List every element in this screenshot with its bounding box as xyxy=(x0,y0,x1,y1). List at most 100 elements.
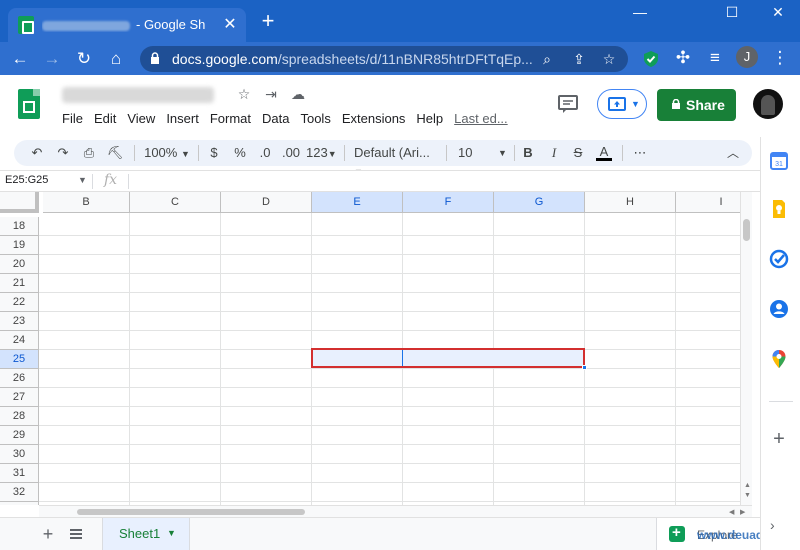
number-format-select[interactable]: 123▼ xyxy=(306,144,337,162)
show-side-panel-chevron-icon[interactable]: › xyxy=(770,517,775,533)
column-header-f[interactable]: F xyxy=(403,192,494,213)
bookmark-star-icon[interactable]: ☆ xyxy=(600,50,618,68)
row-header-33[interactable]: 33 xyxy=(0,502,39,505)
all-sheets-list-icon[interactable] xyxy=(66,524,86,544)
profile-avatar[interactable]: J xyxy=(736,46,758,68)
tab-close-icon[interactable]: ✕ xyxy=(220,15,240,35)
zoom-select[interactable]: 100% ▼ xyxy=(142,144,192,162)
back-arrow-icon[interactable]: ← xyxy=(8,47,32,71)
row-header-32[interactable]: 32 xyxy=(0,483,39,502)
row-header-21[interactable]: 21 xyxy=(0,274,39,293)
horizontal-scrollbar[interactable]: ◀ ▶ xyxy=(39,505,752,517)
collapse-menu-icon[interactable]: ︿ xyxy=(724,144,742,162)
strikethrough-button[interactable]: S xyxy=(570,144,586,162)
media-queue-icon[interactable]: ≡ xyxy=(703,46,727,70)
get-addons-icon[interactable]: + xyxy=(769,429,789,449)
add-sheet-icon[interactable]: + xyxy=(38,524,58,544)
italic-button[interactable]: I xyxy=(546,144,562,162)
fill-handle[interactable] xyxy=(582,365,587,370)
extensions-puzzle-icon[interactable]: ✣ xyxy=(671,46,695,70)
menu-file[interactable]: File xyxy=(62,111,83,126)
column-header-d[interactable]: D xyxy=(221,192,312,213)
last-edit-link[interactable]: Last ed... xyxy=(454,111,507,126)
minimize-button[interactable]: — xyxy=(617,0,663,24)
row-header-20[interactable]: 20 xyxy=(0,255,39,274)
browser-tab[interactable]: - Google Sh ✕ xyxy=(8,8,246,42)
document-title-blurred[interactable] xyxy=(62,87,214,103)
share-page-icon[interactable]: ⇪ xyxy=(570,50,588,68)
comment-history-icon[interactable] xyxy=(556,92,580,116)
column-header-e[interactable]: E xyxy=(312,192,403,213)
share-button[interactable]: Share xyxy=(657,89,736,121)
increase-decimal-button[interactable]: .00 xyxy=(280,144,302,162)
row-header-22[interactable]: 22 xyxy=(0,293,39,312)
vertical-scrollbar[interactable]: ▲ ▼ xyxy=(740,192,752,505)
row-header-30[interactable]: 30 xyxy=(0,445,39,464)
restore-button[interactable]: ☐ xyxy=(709,0,755,24)
row-header-27[interactable]: 27 xyxy=(0,388,39,407)
selected-range-outline[interactable] xyxy=(311,348,585,368)
formula-input[interactable] xyxy=(134,174,734,189)
name-box[interactable]: E25:G25 xyxy=(5,174,48,186)
redo-icon[interactable]: ↷ xyxy=(54,144,72,162)
percent-format-button[interactable]: % xyxy=(232,144,248,162)
cloud-status-icon[interactable]: ☁ xyxy=(289,85,307,103)
column-header-c[interactable]: C xyxy=(130,192,221,213)
new-tab-button[interactable]: + xyxy=(256,8,280,34)
star-icon[interactable]: ☆ xyxy=(235,85,253,103)
forward-arrow-icon[interactable]: → xyxy=(40,47,64,71)
menu-format[interactable]: Format xyxy=(210,111,251,126)
currency-format-button[interactable]: $ xyxy=(206,144,222,162)
menu-help[interactable]: Help xyxy=(416,111,443,126)
move-folder-icon[interactable]: ⇥ xyxy=(262,85,280,103)
column-header-h[interactable]: H xyxy=(585,192,676,213)
keep-notes-icon[interactable] xyxy=(769,199,789,219)
row-header-28[interactable]: 28 xyxy=(0,407,39,426)
home-icon[interactable]: ⌂ xyxy=(104,47,128,71)
paint-format-icon[interactable]: ⛏ xyxy=(106,144,124,162)
scroll-left-arrow-icon[interactable]: ◀ xyxy=(729,508,734,516)
menu-edit[interactable]: Edit xyxy=(94,111,116,126)
row-header-19[interactable]: 19 xyxy=(0,236,39,255)
menu-extensions[interactable]: Extensions xyxy=(342,111,406,126)
scroll-up-arrow-icon[interactable]: ▲ xyxy=(744,482,751,489)
scroll-right-arrow-icon[interactable]: ▶ xyxy=(740,508,745,516)
present-button[interactable]: ▼ xyxy=(597,89,647,119)
sheet-tab-caret-icon[interactable]: ▼ xyxy=(167,528,176,538)
close-window-button[interactable]: ✕ xyxy=(755,0,800,24)
maps-icon[interactable] xyxy=(769,349,789,369)
column-header-b[interactable]: B xyxy=(43,192,130,213)
decrease-decimal-button[interactable]: .0 xyxy=(254,144,276,162)
search-icon[interactable]: ⌕ xyxy=(538,50,556,68)
menu-insert[interactable]: Insert xyxy=(166,111,199,126)
address-bar[interactable]: docs.google.com/spreadsheets/d/11nBNR85h… xyxy=(140,46,628,72)
name-box-caret-icon[interactable]: ▼ xyxy=(78,175,87,185)
column-header-i[interactable]: I xyxy=(676,192,740,213)
row-header-31[interactable]: 31 xyxy=(0,464,39,483)
column-header-g[interactable]: G xyxy=(494,192,585,213)
menu-view[interactable]: View xyxy=(127,111,155,126)
vertical-scroll-thumb[interactable] xyxy=(743,219,750,241)
spreadsheet-grid[interactable]: BCDEFGHI 1819202122232425262728293031323… xyxy=(0,192,740,505)
row-header-24[interactable]: 24 xyxy=(0,331,39,350)
horizontal-scroll-thumb[interactable] xyxy=(77,509,305,515)
undo-icon[interactable]: ↶ xyxy=(28,144,46,162)
reload-icon[interactable]: ↻ xyxy=(72,47,96,71)
row-header-18[interactable]: 18 xyxy=(0,217,39,236)
sheets-logo-icon[interactable] xyxy=(18,89,40,119)
row-header-29[interactable]: 29 xyxy=(0,426,39,445)
shield-extension-icon[interactable] xyxy=(642,50,660,68)
row-header-23[interactable]: 23 xyxy=(0,312,39,331)
sheet-tab[interactable]: Sheet1 ▼ xyxy=(102,518,190,550)
select-all-corner[interactable] xyxy=(0,192,39,213)
font-family-select[interactable]: Default (Ari... ▼ xyxy=(354,144,440,177)
row-header-25[interactable]: 25 xyxy=(0,350,39,369)
menu-tools[interactable]: Tools xyxy=(300,111,330,126)
font-size-select[interactable]: 10 ▼ xyxy=(458,144,508,162)
row-header-26[interactable]: 26 xyxy=(0,369,39,388)
bold-button[interactable]: B xyxy=(520,144,536,162)
chrome-menu-icon[interactable]: ⋮ xyxy=(768,46,792,70)
calendar-icon[interactable]: 31 xyxy=(769,151,789,171)
menu-data[interactable]: Data xyxy=(262,111,289,126)
print-icon[interactable]: ⎙ xyxy=(80,144,98,162)
